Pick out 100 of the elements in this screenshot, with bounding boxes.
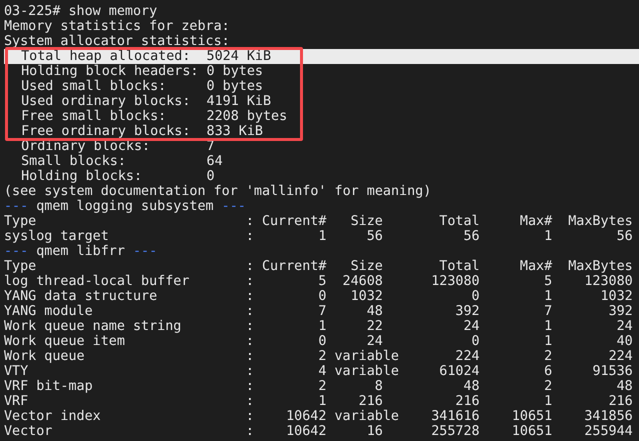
table-cell: log thread-local buffer (4, 274, 190, 289)
table-cell: 40 (616, 334, 633, 349)
table-cell: : (246, 379, 254, 394)
column-header: : (246, 214, 254, 229)
column-header: Size (350, 214, 383, 229)
output-line: Memory statistics for zebra: (4, 19, 230, 34)
table-cell: variable (334, 349, 399, 364)
table-cell-text: 24608 (342, 274, 383, 289)
table-cell: 7 (318, 304, 326, 319)
stat-row[interactable]: Used ordinary blocks: 4191 KiB (5, 94, 639, 109)
stat-row[interactable]: Holding block headers: 0 bytes (5, 64, 639, 79)
table-cell: 56 (616, 229, 633, 244)
table-cell: 2 (318, 379, 326, 394)
table-cell: 48 (463, 379, 480, 394)
table-cell: 10642 (286, 424, 326, 439)
table-cell: 5 (318, 274, 326, 289)
stat-label: Free ordinary blocks: (21, 124, 192, 139)
table-cell-text: 56 (366, 229, 383, 244)
table-cell: 61024 (439, 364, 480, 379)
table-cell: 24 (463, 319, 480, 334)
section-rule: --- (4, 244, 28, 259)
column-header: Max# (520, 214, 552, 229)
table-cell-text: 216 (358, 394, 383, 409)
stat-row[interactable]: Free ordinary blocks: 833 KiB (5, 124, 639, 139)
section-rule: --- (4, 199, 28, 214)
table-cell: : (246, 274, 254, 289)
table-cell: 2 (544, 379, 552, 394)
table-cell: : (246, 349, 254, 364)
table-cell: 24 (616, 319, 633, 334)
table-cell: VRF (4, 394, 28, 409)
table-cell: 341856 (584, 409, 633, 424)
table-cell: 216 (455, 394, 480, 409)
table-cell: : (246, 319, 254, 334)
table-cell: 341616 (431, 409, 480, 424)
table-cell: 2 (318, 349, 326, 364)
table-cell: 4 (318, 364, 326, 379)
stat-row[interactable]: Small blocks: 64 (5, 154, 639, 169)
table-cell: : (246, 394, 254, 409)
stat-row[interactable]: Total heap allocated: 5024 KiB (4, 49, 639, 64)
table-cell: 1 (318, 229, 326, 244)
table-cell: 0 (318, 289, 326, 304)
table-cell: : (246, 229, 254, 244)
table-cell: 216 (608, 394, 633, 409)
table-cell: 1 (544, 394, 552, 409)
stat-value: 0 (206, 169, 215, 184)
table-cell: VRF bit-map (4, 379, 93, 394)
table-cell: 224 (455, 349, 480, 364)
section-rule: --- (132, 244, 158, 259)
stat-label: Free small blocks: (21, 109, 168, 124)
stat-label: Total heap allocated: (21, 49, 192, 64)
table-cell: VTY (4, 364, 28, 379)
section-title: qmem logging subsystem (36, 199, 214, 214)
table-cell: 1 (318, 319, 326, 334)
stat-value: 833 KiB (206, 124, 263, 139)
stat-label: Ordinary blocks: (21, 139, 152, 154)
table-cell-text: 1032 (350, 289, 383, 304)
table-cell: : (246, 409, 254, 424)
column-header: Current# (262, 259, 326, 274)
table-cell: : (246, 304, 254, 319)
stat-value: 5024 KiB (206, 49, 272, 64)
column-header: MaxBytes (568, 214, 633, 229)
table-cell: : (246, 364, 254, 379)
table-cell: : (246, 289, 254, 304)
table-cell-text: 16 (366, 424, 383, 439)
table-cell: YANG data structure (4, 289, 158, 304)
stat-row[interactable]: Holding blocks: 0 (5, 169, 639, 184)
stat-label: Used small blocks: (21, 79, 168, 94)
table-cell: 224 (608, 349, 633, 364)
table-cell-text: 22 (366, 319, 383, 334)
table-cell: 123080 (584, 274, 633, 289)
table-cell: 5 (544, 274, 552, 289)
table-cell: Work queue name string (4, 319, 182, 334)
column-header: Max# (520, 259, 552, 274)
table-cell: syslog target (4, 229, 109, 244)
table-cell: 7 (544, 304, 552, 319)
table-cell: 392 (455, 304, 480, 319)
table-cell: 0 (318, 334, 326, 349)
table-cell: : (246, 334, 254, 349)
section-title: qmem libfrr (36, 244, 125, 259)
table-cell: 0 (472, 334, 480, 349)
table-cell: Work queue item (4, 334, 125, 349)
table-cell: 255728 (431, 424, 480, 439)
table-cell: 10642 (286, 409, 326, 424)
column-header: Total (439, 259, 480, 274)
table-cell: Work queue (4, 349, 85, 364)
output-line: (see system documentation for 'mallinfo' for meaning) (4, 184, 432, 199)
table-cell: 1 (318, 394, 326, 409)
table-cell: 2 (544, 349, 552, 364)
output-line: System allocator statistics: (4, 34, 230, 49)
table-cell: 10651 (512, 409, 552, 424)
table-cell: Vector index (4, 409, 101, 424)
column-header: Total (439, 214, 480, 229)
table-cell: variable (334, 364, 399, 379)
column-header: MaxBytes (568, 259, 633, 274)
stat-row[interactable]: Free small blocks: 2208 bytes (5, 109, 639, 124)
stat-row[interactable]: Used small blocks: 0 bytes (5, 79, 639, 94)
table-cell: Vector (4, 424, 52, 439)
column-header: Type (4, 214, 36, 229)
table-cell: 6 (544, 364, 552, 379)
table-cell: 1032 (600, 289, 633, 304)
